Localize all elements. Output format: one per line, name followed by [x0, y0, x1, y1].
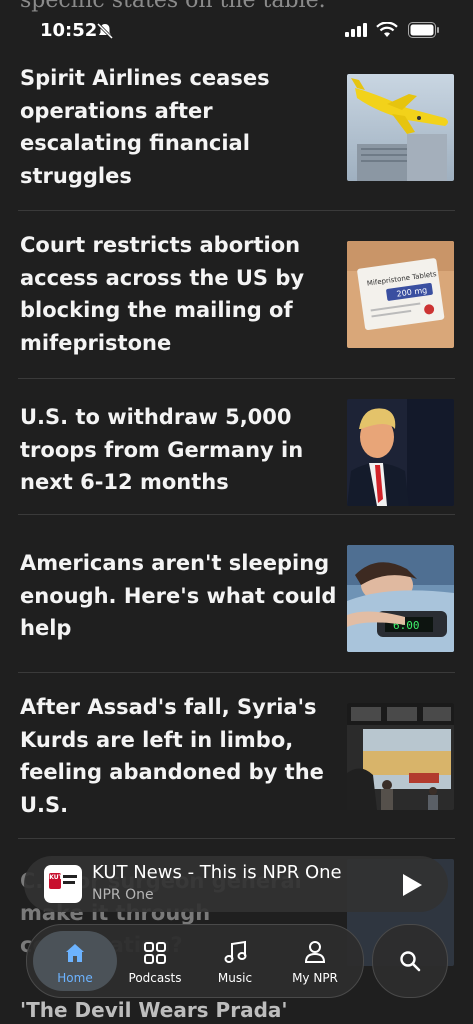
play-icon[interactable]: [396, 870, 426, 900]
status-bar: 10:52: [0, 0, 473, 44]
story-headline[interactable]: Spirit Airlines ceases operations after …: [20, 62, 338, 192]
tab-label: Music: [217, 971, 253, 985]
mifepristone-box-photo: Mifepristone Tablets 200 mg: [347, 241, 454, 348]
silent-bell-icon: [96, 22, 114, 40]
search-icon: [400, 951, 421, 972]
tab-podcasts[interactable]: Podcasts: [113, 925, 197, 997]
now-playing-title: KUT News - This is NPR One: [92, 862, 342, 883]
cell-signal-icon: [345, 23, 367, 37]
story-thumbnail[interactable]: Mifepristone Tablets 200 mg: [347, 241, 454, 348]
home-icon: [66, 944, 84, 962]
story-thumbnail[interactable]: [347, 399, 454, 506]
story-item[interactable]: U.S. to withdraw 5,000 troops from Germa…: [18, 378, 455, 515]
tab-label: Home: [57, 971, 93, 985]
story-item[interactable]: Americans aren't sleeping enough. Here's…: [18, 514, 455, 673]
status-time: 10:52: [40, 20, 98, 41]
story-item[interactable]: After Assad's fall, Syria's Kurds are le…: [18, 672, 455, 839]
tab-my-npr[interactable]: My NPR: [273, 925, 357, 997]
story-item[interactable]: Court restricts abortion access across t…: [18, 210, 455, 379]
story-thumbnail[interactable]: 6:00: [347, 545, 454, 652]
search-button[interactable]: [372, 924, 448, 998]
president-portrait-photo: [347, 399, 454, 506]
alarm-clock-photo: 6:00: [347, 545, 454, 652]
tab-label: My NPR: [292, 971, 338, 985]
story-item[interactable]: Spirit Airlines ceases operations after …: [18, 44, 455, 211]
battery-icon: [408, 22, 439, 38]
tab-home[interactable]: Home: [33, 931, 117, 991]
partially-hidden-headline: 'The Devil Wears Prada': [20, 998, 288, 1022]
person-icon: [304, 941, 326, 963]
now-playing-bar[interactable]: KUT KUT News - This is NPR One NPR One: [24, 856, 448, 912]
grid-icon: [144, 942, 166, 964]
story-headline[interactable]: U.S. to withdraw 5,000 troops from Germa…: [20, 401, 338, 499]
tab-label: Podcasts: [128, 971, 182, 985]
story-thumbnail[interactable]: [347, 703, 454, 810]
music-note-icon: [224, 940, 247, 963]
tab-bar: Home Podcasts Music My NPR: [26, 924, 364, 998]
station-logo: KUT: [44, 865, 82, 903]
story-headline[interactable]: Americans aren't sleeping enough. Here's…: [20, 547, 338, 645]
story-thumbnail[interactable]: [347, 74, 454, 181]
yellow-airplane-photo: [347, 74, 454, 181]
now-playing-subtitle: NPR One: [92, 887, 154, 903]
tab-music[interactable]: Music: [193, 925, 277, 997]
story-headline[interactable]: Court restricts abortion access across t…: [20, 229, 338, 359]
syria-street-photo: [347, 703, 454, 810]
story-headline[interactable]: After Assad's fall, Syria's Kurds are le…: [20, 691, 338, 821]
wifi-icon: [376, 22, 398, 37]
